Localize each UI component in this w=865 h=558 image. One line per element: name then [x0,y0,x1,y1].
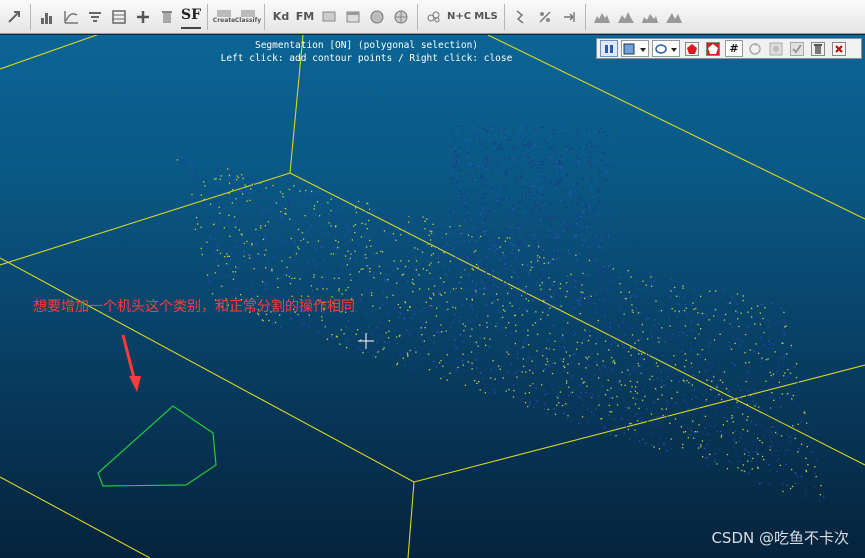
scalar-field-button[interactable]: SF [181,5,201,29]
export-icon [769,42,783,55]
kd-tree-button[interactable]: Kd [271,6,291,28]
main-toolbar: SF Create Classify Kd FM N+C MLS [0,0,865,34]
trash-icon [811,41,825,56]
normals-curvature-button[interactable]: N+C [447,6,471,28]
toolbar-separator [207,3,208,30]
terrain-4-icon[interactable] [664,6,684,28]
table-icon[interactable] [109,6,129,28]
screen-icon[interactable] [319,6,339,28]
classify-label: Classify [234,17,262,24]
polygon-out-icon [706,41,720,56]
grid-line [413,364,865,483]
toolbar-separator [504,3,505,30]
terrain-2-icon[interactable] [616,6,636,28]
grid-line [0,257,415,483]
toolbar-separator [264,3,265,30]
reset-icon [749,42,761,55]
curve-icon[interactable] [61,6,81,28]
pause-button[interactable] [600,40,618,57]
add-icon[interactable] [133,6,153,28]
terrain-3-icon[interactable] [640,6,660,28]
cloud-points-icon[interactable] [424,6,444,28]
grid-line [289,172,865,466]
reset-button[interactable] [746,40,764,57]
watermark: CSDN @吃鱼不卡次 [711,529,849,547]
grid-line [407,481,415,558]
toolbar-separator [30,3,31,30]
mls-button[interactable]: MLS [474,6,498,28]
annotation-arrow-icon [121,334,141,392]
load-save-dropdown[interactable] [621,40,649,57]
create-button[interactable]: Create [212,6,236,28]
save-icon [623,43,646,54]
segment-analysis-icon[interactable] [535,6,555,28]
checkmark-icon [790,41,804,56]
annotation-text: 想要增加一个机头这个类别，和正常分割的操作相同 [33,299,355,315]
histogram-icon[interactable] [37,6,57,28]
terrain-1-icon[interactable] [592,6,612,28]
classify-button[interactable]: Classify [234,6,262,28]
globe-icon[interactable] [391,6,411,28]
segment-out-button[interactable] [704,40,722,57]
filter-icon[interactable] [85,6,105,28]
export-button[interactable] [767,40,785,57]
sphere-icon[interactable] [367,6,387,28]
pause-icon [605,44,613,53]
close-button[interactable] [830,40,848,57]
delete-icon[interactable] [157,6,177,28]
grid-line [0,476,151,558]
close-icon [832,41,846,56]
toolbar-separator [585,3,586,30]
boundary-icon[interactable] [511,6,531,28]
lasso-icon [655,43,677,54]
confirm-delete-button[interactable] [809,40,827,57]
selection-mode-dropdown[interactable] [652,40,680,57]
pick-tool-icon[interactable] [4,6,24,28]
window-icon[interactable] [343,6,363,28]
grid-button[interactable]: # [725,40,743,57]
3d-viewport[interactable]: Segmentation [ON] (polygonal selection) … [0,35,865,558]
polygon-in-icon [685,41,699,56]
toolbar-separator [417,3,418,30]
selection-polygon [97,405,217,487]
create-label: Create [212,17,236,24]
register-icon[interactable] [559,6,579,28]
fm-button[interactable]: FM [295,6,315,28]
segmentation-toolbar: # [596,38,862,59]
confirm-button[interactable] [788,40,806,57]
segment-in-button[interactable] [683,40,701,57]
